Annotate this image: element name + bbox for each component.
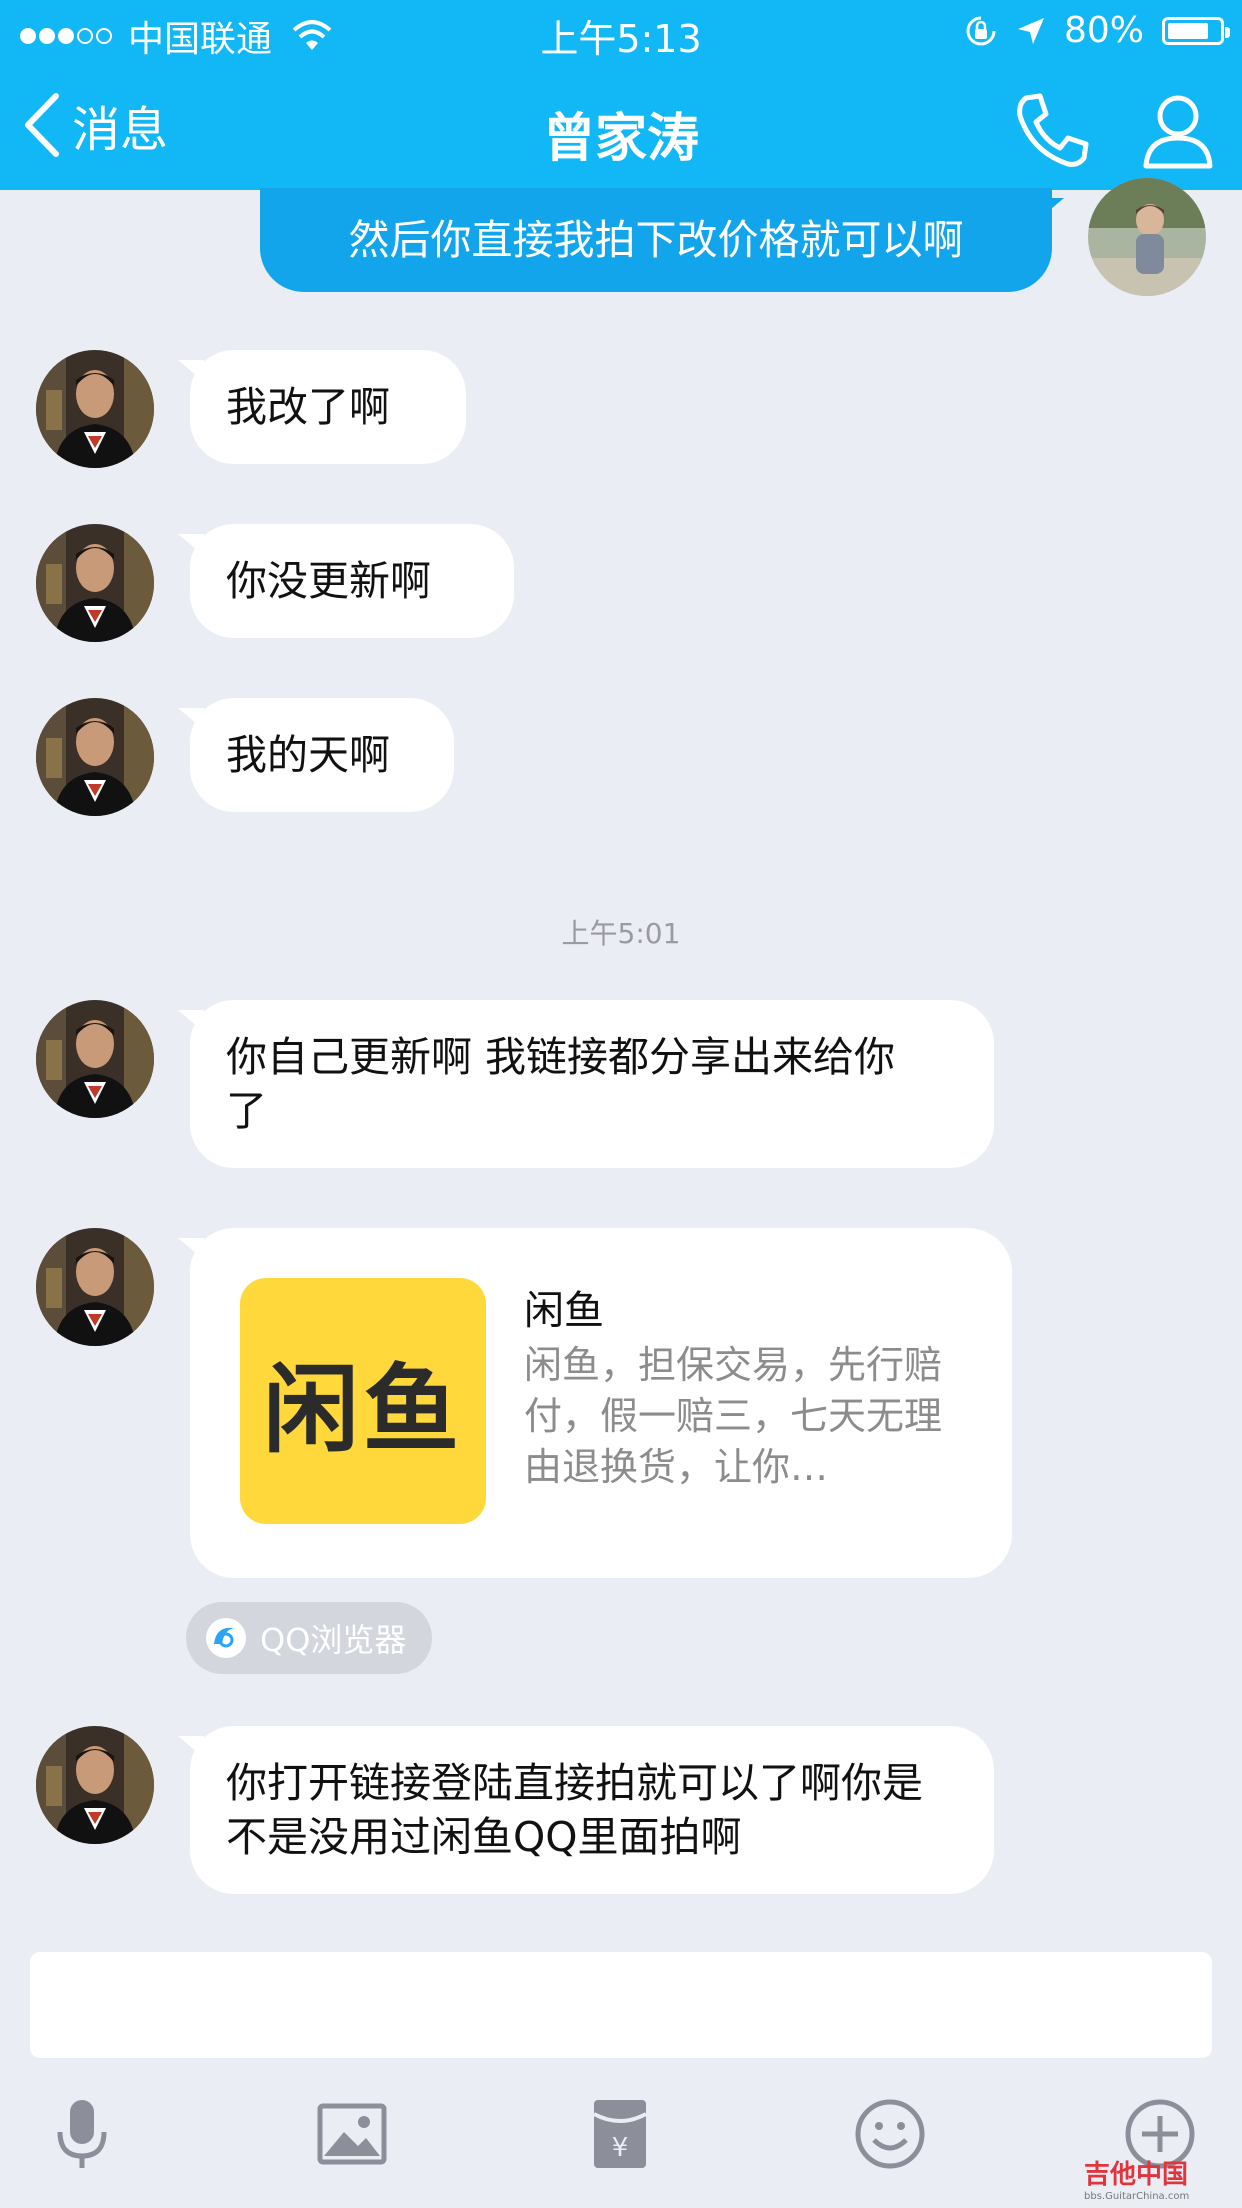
back-chevron-icon bbox=[25, 93, 59, 157]
contact-avatar[interactable] bbox=[36, 524, 154, 642]
qq-browser-icon bbox=[206, 1618, 246, 1658]
red-packet-icon[interactable]: ¥ bbox=[582, 2096, 658, 2172]
card-description: 闲鱼，担保交易，先行赔付，假一赔三，七天无理由退换货，让你… bbox=[524, 1343, 943, 1489]
source-app-tag[interactable]: QQ浏览器 bbox=[186, 1602, 432, 1674]
watermark: 吉他中国 bbs.GuitarChina.com bbox=[1084, 2154, 1242, 2204]
message-text: 然后你直接我拍下改价格就可以啊 bbox=[348, 216, 964, 264]
contact-avatar[interactable] bbox=[36, 1228, 154, 1346]
message-text: 我改了啊 bbox=[226, 383, 390, 431]
share-link-card[interactable]: 闲鱼 闲鱼 闲鱼，担保交易，先行赔付，假一赔三，七天无理由退换货，让你… bbox=[178, 1228, 1012, 1578]
message-text: 你打开链接登陆直接拍就可以了啊你是不是没用过闲鱼QQ里面拍啊 bbox=[226, 1759, 923, 1861]
back-label: 消息 bbox=[72, 102, 169, 158]
battery-icon bbox=[1162, 16, 1230, 45]
contact-avatar[interactable] bbox=[36, 1726, 154, 1844]
contact-avatar[interactable] bbox=[36, 1000, 154, 1118]
logo-text: 闲鱼 bbox=[263, 1353, 463, 1466]
status-right: 80% bbox=[964, 10, 1230, 51]
card-title: 闲鱼 bbox=[524, 1288, 604, 1334]
status-bar: 中国联通 上午5:13 80% bbox=[0, 0, 1242, 62]
location-icon bbox=[1017, 17, 1044, 44]
watermark-sub: bbs.GuitarChina.com bbox=[1084, 2191, 1190, 2202]
message-bubble-outgoing[interactable]: 然后你直接我拍下改价格就可以啊 bbox=[260, 188, 1064, 292]
emoji-icon[interactable] bbox=[852, 2096, 928, 2172]
xianyu-logo: 闲鱼 bbox=[240, 1278, 486, 1524]
svg-text:¥: ¥ bbox=[612, 2133, 629, 2163]
image-icon[interactable] bbox=[314, 2096, 390, 2172]
contact-avatar[interactable] bbox=[36, 698, 154, 816]
microphone-icon[interactable] bbox=[44, 2096, 120, 2172]
message-bubble-incoming[interactable]: 我改了啊 bbox=[178, 350, 466, 464]
source-label: QQ浏览器 bbox=[260, 1621, 407, 1659]
message-input[interactable] bbox=[30, 1952, 1212, 2058]
nav-bar: 消息 曾家涛 bbox=[0, 62, 1242, 190]
back-button[interactable]: 消息 bbox=[22, 90, 168, 160]
message-text: 你没更新啊 bbox=[226, 557, 431, 605]
top-bar: 中国联通 上午5:13 80% 消息 曾家涛 bbox=[0, 0, 1242, 190]
battery-percent: 80% bbox=[1063, 10, 1144, 51]
message-bubble-incoming[interactable]: 你自己更新啊 我链接都分享出来给你了 bbox=[178, 1000, 994, 1168]
message-text: 我的天啊 bbox=[226, 731, 390, 779]
profile-icon[interactable] bbox=[1138, 90, 1218, 170]
message-text: 你自己更新啊 我链接都分享出来给你了 bbox=[226, 1033, 896, 1135]
phone-icon[interactable] bbox=[1012, 90, 1092, 170]
battery-fill bbox=[1168, 22, 1208, 39]
contact-avatar[interactable] bbox=[36, 350, 154, 468]
message-bubble-incoming[interactable]: 我的天啊 bbox=[178, 698, 454, 812]
my-avatar[interactable] bbox=[1088, 178, 1206, 296]
watermark-text: 吉他中国 bbox=[1084, 2160, 1189, 2190]
rotation-lock-icon bbox=[966, 16, 996, 45]
message-bubble-incoming[interactable]: 你没更新啊 bbox=[178, 524, 514, 638]
message-timestamp: 上午5:01 bbox=[561, 917, 681, 950]
message-bubble-incoming[interactable]: 你打开链接登陆直接拍就可以了啊你是不是没用过闲鱼QQ里面拍啊 bbox=[178, 1726, 994, 1894]
